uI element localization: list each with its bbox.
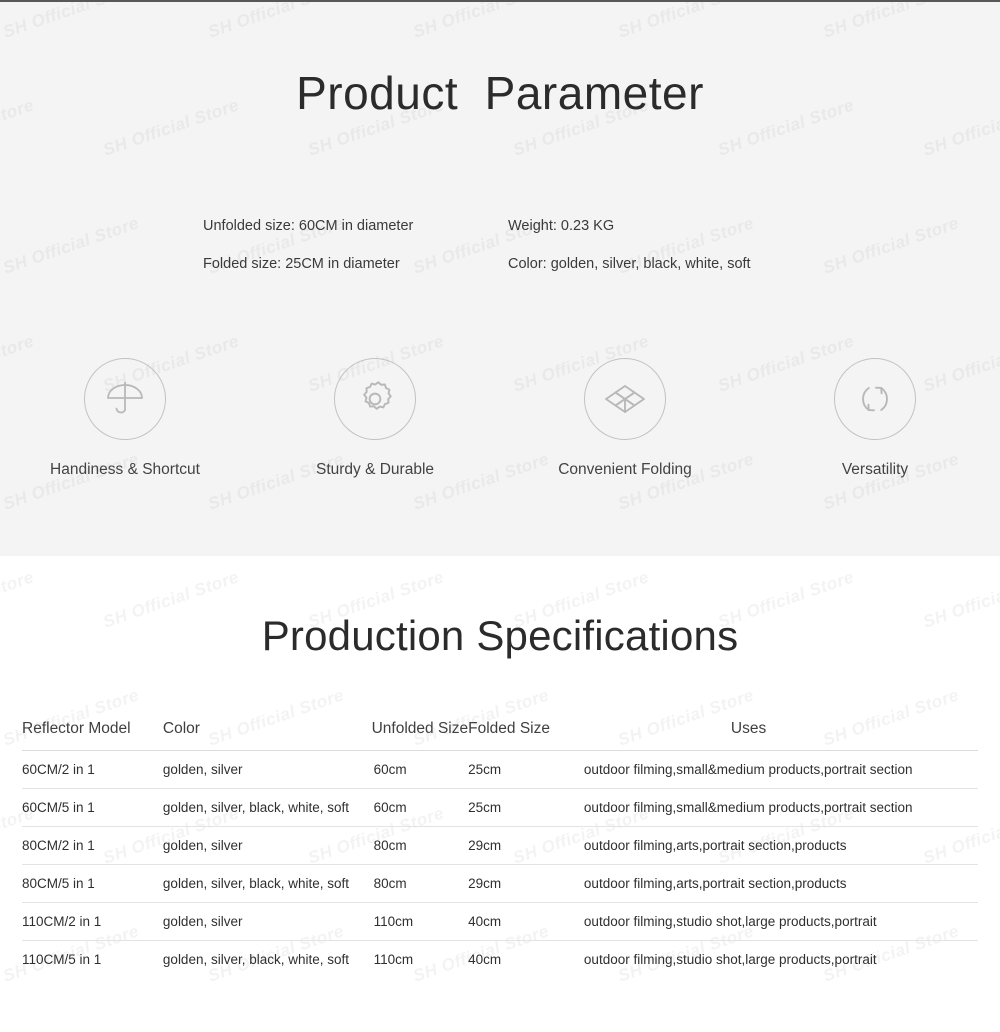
open-box-icon (584, 358, 666, 440)
cell-reflector-model: 110CM/2 in 1 (22, 902, 137, 941)
cell-uses: outdoor filming,studio shot,large produc… (583, 952, 877, 967)
cell-folded-size: 40cm (468, 952, 502, 967)
header-unfolded-size: Unfolded Size (371, 720, 469, 751)
feature-list: Handiness & Shortcut Sturdy & Durable Co… (0, 358, 1000, 479)
color-text: Color: golden, silver, black, white, sof… (508, 256, 751, 272)
cell-reflector-model: 110CM/5 in 1 (22, 952, 102, 967)
feature-versatility: Versatility (750, 358, 1000, 479)
cell-color: golden, silver (136, 750, 372, 789)
cell-unfolded-size: 110cm (371, 902, 469, 941)
header-reflector-model: Reflector Model (22, 720, 137, 751)
cell-uses: outdoor filming,arts,portrait section,pr… (555, 826, 978, 865)
feature-label: Sturdy & Durable (315, 461, 435, 478)
page-title: Product Parameter (296, 67, 704, 119)
parameter-spec-row: Folded size: 25CM in diameter Color: gol… (0, 256, 1000, 294)
specifications-table: Reflector Model Color Unfolded Size Fold… (22, 720, 978, 978)
cell-unfolded-size: 80cm (371, 864, 469, 903)
parameter-spec-row: Unfolded size: 60CM in diameter Weight: … (0, 218, 1000, 256)
cell-unfolded-size: 110cm (373, 952, 414, 967)
header-folded-size: Folded Size (468, 720, 556, 751)
cell-reflector-model: 60CM/5 in 1 (22, 788, 137, 827)
unfolded-size-text: Unfolded size: 60CM in diameter (203, 218, 414, 234)
cell-uses: outdoor filming,small&medium products,po… (555, 788, 978, 827)
cell-color: golden, silver, black, white, soft (162, 952, 350, 967)
cell-folded-size: 29cm (468, 864, 556, 903)
feature-label: Versatility (841, 461, 909, 478)
header-uses: Uses (555, 720, 978, 751)
cell-folded-size: 25cm (468, 788, 556, 827)
cell-folded-size: 40cm (468, 902, 556, 941)
cell-unfolded-size: 80cm (371, 826, 469, 865)
table-row: 110CM/2 in 1 golden, silver 110cm 40cm outdo… (22, 902, 978, 941)
parameter-spec-grid: Unfolded size: 60CM in diameter Weight: … (0, 218, 1000, 294)
cell-reflector-model: 80CM/5 in 1 (22, 864, 137, 903)
cell-reflector-model: 80CM/2 in 1 (22, 826, 137, 865)
feature-label: Handiness & Shortcut (50, 461, 200, 478)
cell-uses: outdoor filming,small&medium products,po… (555, 750, 978, 789)
feature-sturdy-durable: Sturdy & Durable (250, 358, 500, 479)
table-row: 110CM/5 in 1 golden, silver, black, white… (22, 941, 978, 979)
header-color: Color (136, 720, 372, 751)
table-row: 80CM/5 in 1 golden, silver, black, white,… (22, 864, 978, 903)
specifications-title: Production Specifications (261, 612, 739, 659)
cell-unfolded-size: 60cm (371, 750, 469, 789)
top-divider-rule (0, 0, 1000, 2)
cell-unfolded-size: 60cm (371, 788, 469, 827)
table-header-row: Reflector Model Color Unfolded Size Fold… (22, 720, 978, 751)
cell-color: golden, silver, black, white, soft (136, 788, 372, 827)
cell-color: golden, silver, black, white, soft (136, 864, 372, 903)
feature-handiness-shortcut: Handiness & Shortcut (0, 358, 250, 479)
cell-uses: outdoor filming,studio shot,large produc… (555, 902, 978, 941)
umbrella-icon (84, 358, 166, 440)
cell-uses: outdoor filming,arts,portrait section,pr… (555, 864, 978, 903)
folded-size-text: Folded size: 25CM in diameter (203, 256, 400, 272)
gear-icon (334, 358, 416, 440)
cell-color: golden, silver (136, 826, 372, 865)
cell-folded-size: 25cm (468, 750, 556, 789)
cell-reflector-model: 60CM/2 in 1 (22, 750, 137, 789)
feature-label: Convenient Folding (558, 461, 692, 478)
refresh-cycle-icon (834, 358, 916, 440)
table-row: 60CM/2 in 1 golden, silver 60cm 25cm outdoor… (22, 750, 978, 789)
weight-text: Weight: 0.23 KG (508, 218, 615, 234)
cell-folded-size: 29cm (468, 826, 556, 865)
feature-convenient-folding: Convenient Folding (500, 358, 750, 479)
table-row: 80CM/2 in 1 golden, silver 80cm 29cm outdoor… (22, 826, 978, 865)
cell-color: golden, silver (136, 902, 372, 941)
table-row: 60CM/5 in 1 golden, silver, black, white,… (22, 788, 978, 827)
